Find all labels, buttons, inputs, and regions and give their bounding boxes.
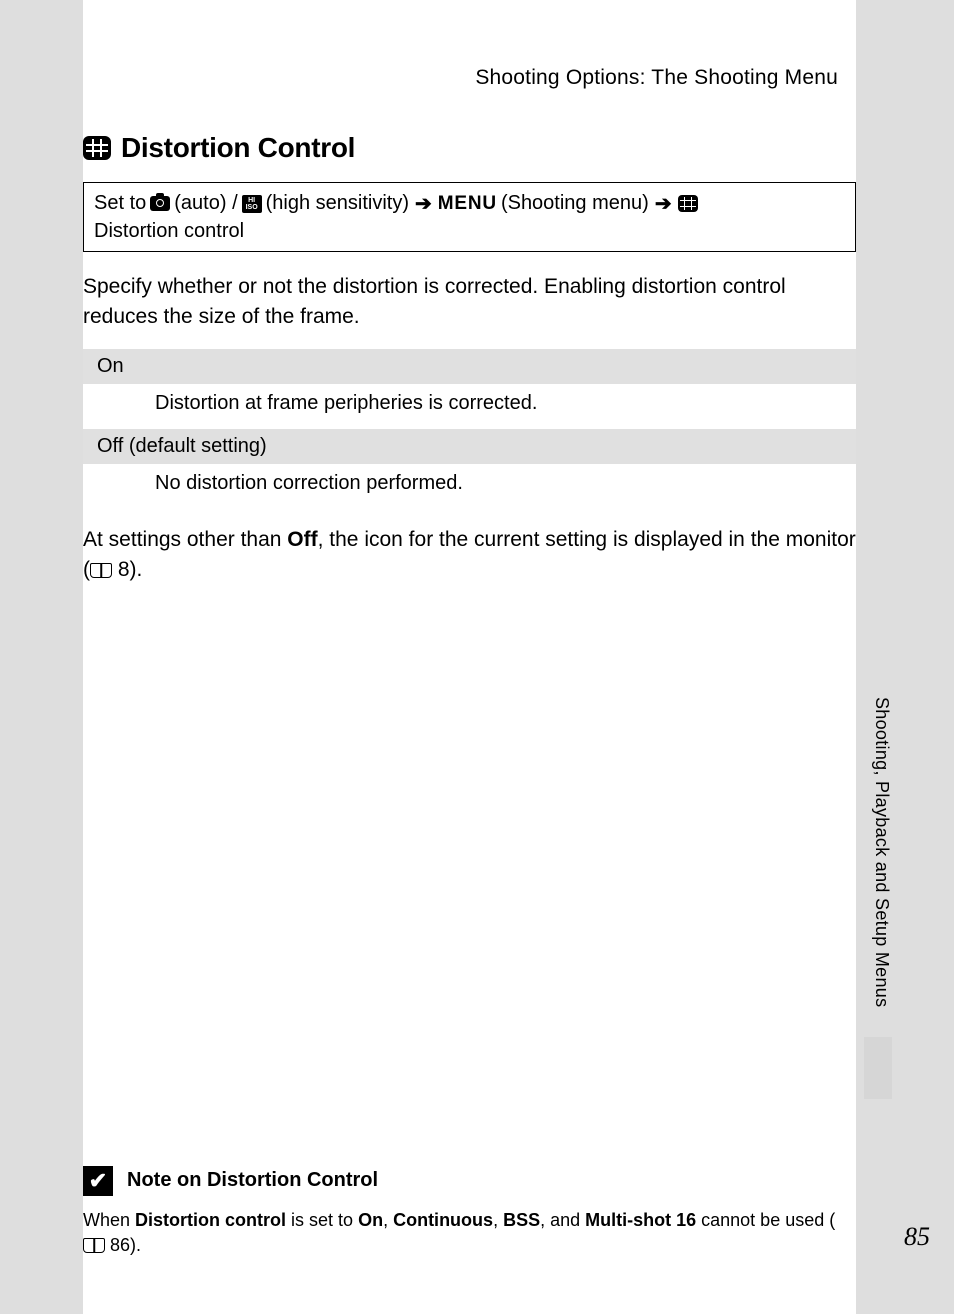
arrow-icon: ➔ xyxy=(415,191,432,216)
nav-label-auto: (auto) / xyxy=(174,192,237,215)
nav-label-shootmenu: (Shooting menu) xyxy=(501,192,649,215)
nav-label-dest: Distortion control xyxy=(94,220,244,243)
nav-path-box: Set to (auto) / HIISO (high sensitivity)… xyxy=(83,182,856,252)
option-row-desc: No distortion correction performed. xyxy=(83,464,856,509)
note-title: Note on Distortion Control xyxy=(127,1169,378,1192)
page-ref-icon xyxy=(90,563,112,578)
distortion-control-icon xyxy=(83,136,111,160)
menu-button-label: MENU xyxy=(438,193,497,215)
option-row-header: On xyxy=(83,349,856,384)
nav-label-setto: Set to xyxy=(94,192,146,215)
section-header: Shooting Options: The Shooting Menu xyxy=(83,66,856,90)
page-number: 85 xyxy=(904,1222,930,1252)
page-ref-icon xyxy=(83,1238,105,1253)
intro-text: Specify whether or not the distortion is… xyxy=(83,272,856,333)
page-title: Distortion Control xyxy=(121,132,355,164)
note-section: ✔ Note on Distortion Control When Distor… xyxy=(83,1166,856,1258)
option-row-desc: Distortion at frame peripheries is corre… xyxy=(83,384,856,429)
option-row-header: Off (default setting) xyxy=(83,429,856,464)
high-iso-icon: HIISO xyxy=(242,195,262,213)
page-title-row: Distortion Control xyxy=(83,132,856,164)
chapter-tab-label: Shooting, Playback and Setup Menus xyxy=(871,697,892,1007)
distortion-control-icon xyxy=(678,195,698,212)
options-table: On Distortion at frame peripheries is co… xyxy=(83,349,856,509)
manual-page: Shooting Options: The Shooting Menu Dist… xyxy=(83,0,856,1314)
note-title-row: ✔ Note on Distortion Control xyxy=(83,1166,856,1196)
caution-check-icon: ✔ xyxy=(83,1166,113,1196)
note-body: When Distortion control is set to On, Co… xyxy=(83,1208,856,1258)
arrow-icon: ➔ xyxy=(655,191,672,216)
footer-note: At settings other than Off, the icon for… xyxy=(83,525,856,586)
chapter-tab-block xyxy=(864,1037,892,1099)
camera-icon xyxy=(150,196,170,211)
nav-label-hs: (high sensitivity) xyxy=(266,192,409,215)
